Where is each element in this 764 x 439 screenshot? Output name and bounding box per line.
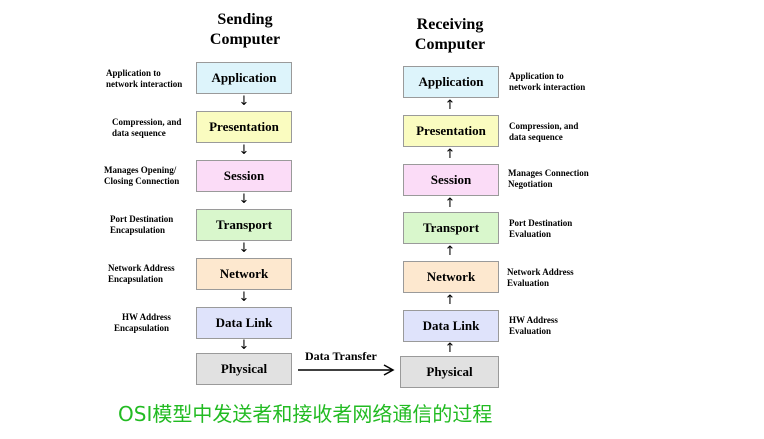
receiving-layer-network: Network bbox=[403, 261, 499, 293]
up-arrow-icon: ↑ bbox=[444, 147, 456, 162]
receiving-note-application: Application to network interaction bbox=[509, 71, 586, 92]
receiving-title: Receiving Computer bbox=[400, 15, 500, 55]
up-arrow-icon: ↑ bbox=[444, 244, 456, 259]
receiving-layer-physical: Physical bbox=[400, 356, 499, 388]
sending-layer-presentation: Presentation bbox=[196, 111, 292, 143]
sending-layer-transport: Transport bbox=[196, 209, 292, 241]
down-arrow-icon: ↓ bbox=[238, 192, 250, 207]
down-arrow-icon: ↓ bbox=[238, 143, 250, 158]
receiving-title-line2: Computer bbox=[414, 36, 486, 53]
receiving-layer-presentation: Presentation bbox=[403, 115, 499, 147]
sending-note-session: Manages Opening/ Closing Connection bbox=[104, 165, 180, 186]
up-arrow-icon: ↑ bbox=[444, 293, 456, 308]
down-arrow-icon: ↓ bbox=[238, 241, 250, 256]
receiving-note-data-link: HW Address Evaluation bbox=[509, 315, 558, 336]
down-arrow-icon: ↓ bbox=[238, 338, 250, 353]
sending-layer-network: Network bbox=[196, 258, 292, 290]
receiving-layer-data-link: Data Link bbox=[403, 310, 499, 342]
diagram-caption: OSI模型中发送者和接收者网络通信的过程 bbox=[118, 402, 493, 426]
sending-title-line2: Computer bbox=[209, 31, 281, 48]
receiving-title-line1: Receiving bbox=[416, 16, 484, 33]
sending-layer-physical: Physical bbox=[196, 353, 292, 385]
sending-note-application: Application to network interaction bbox=[106, 68, 183, 89]
receiving-layer-transport: Transport bbox=[403, 212, 499, 244]
receiving-layer-session: Session bbox=[403, 164, 499, 196]
sending-title: Sending Computer bbox=[195, 10, 295, 50]
sending-layer-data-link: Data Link bbox=[196, 307, 292, 339]
sending-note-network: Network Address Encapsulation bbox=[108, 263, 175, 284]
sending-note-transport: Port Destination Encapsulation bbox=[110, 214, 174, 235]
sending-layer-application: Application bbox=[196, 62, 292, 94]
down-arrow-icon: ↓ bbox=[238, 290, 250, 305]
up-arrow-icon: ↑ bbox=[444, 98, 456, 113]
up-arrow-icon: ↑ bbox=[444, 196, 456, 211]
receiving-note-transport: Port Destination Evaluation bbox=[509, 218, 573, 239]
down-arrow-icon: ↓ bbox=[238, 94, 250, 109]
receiving-layer-application: Application bbox=[403, 66, 499, 98]
sending-layer-session: Session bbox=[196, 160, 292, 192]
up-arrow-icon: ↑ bbox=[444, 341, 456, 356]
sending-note-presentation: Compression, and data sequence bbox=[112, 117, 182, 138]
data-transfer-arrow-icon bbox=[298, 364, 395, 376]
sending-title-line1: Sending bbox=[217, 11, 273, 28]
receiving-note-presentation: Compression, and data sequence bbox=[509, 121, 579, 142]
receiving-note-session: Manages Connection Negotiation bbox=[508, 168, 589, 189]
receiving-note-network: Network Address Evaluation bbox=[507, 267, 574, 288]
sending-note-data-link: HW Address Encapsulation bbox=[114, 312, 171, 333]
